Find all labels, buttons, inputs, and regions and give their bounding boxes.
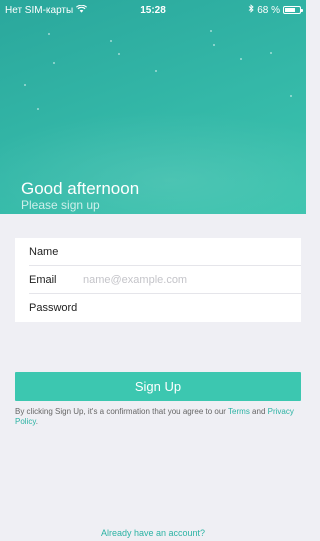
star-dot [37,108,39,110]
name-field[interactable] [83,245,301,258]
already-have-account-link[interactable]: Already have an account? [0,528,306,538]
star-dot [155,70,157,72]
star-dot [290,95,292,97]
status-bar: Нет SIM-карты 15:28 68 % [0,0,306,20]
terms-link[interactable]: Terms [228,407,250,416]
email-label: Email [29,273,57,286]
password-row: Password [29,294,301,322]
sign-up-button[interactable]: Sign Up [15,372,301,401]
carrier-label: Нет SIM-карты [5,4,74,16]
star-dot [210,30,212,32]
star-dot [53,62,55,64]
email-field[interactable] [83,273,301,286]
signup-form: Name Email Password [15,238,301,322]
terms-notice: By clicking Sign Up, it's a confirmation… [15,407,301,427]
email-row: Email [29,266,301,294]
star-dot [240,58,242,60]
battery-icon [283,6,303,14]
greeting-title: Good afternoon [21,179,140,198]
password-field[interactable] [83,302,301,314]
star-dot [213,44,215,46]
name-label: Name [29,245,59,258]
terms-prefix: By clicking Sign Up, it's a confirmation… [15,407,229,416]
wifi-icon [76,4,88,16]
terms-middle: and [249,407,268,416]
battery-percent: 68 % [257,4,280,16]
star-dot [110,40,112,42]
star-dot [118,53,120,55]
password-label: Password [29,302,78,314]
star-dot [48,33,50,35]
greeting-subtitle: Please sign up [21,198,100,212]
hero-banner: Нет SIM-карты 15:28 68 % Good afternoon … [0,0,306,214]
bluetooth-icon [248,4,254,16]
star-dot [270,52,272,54]
name-row: Name [29,238,301,266]
star-dot [24,84,26,86]
terms-suffix: . [35,417,38,426]
